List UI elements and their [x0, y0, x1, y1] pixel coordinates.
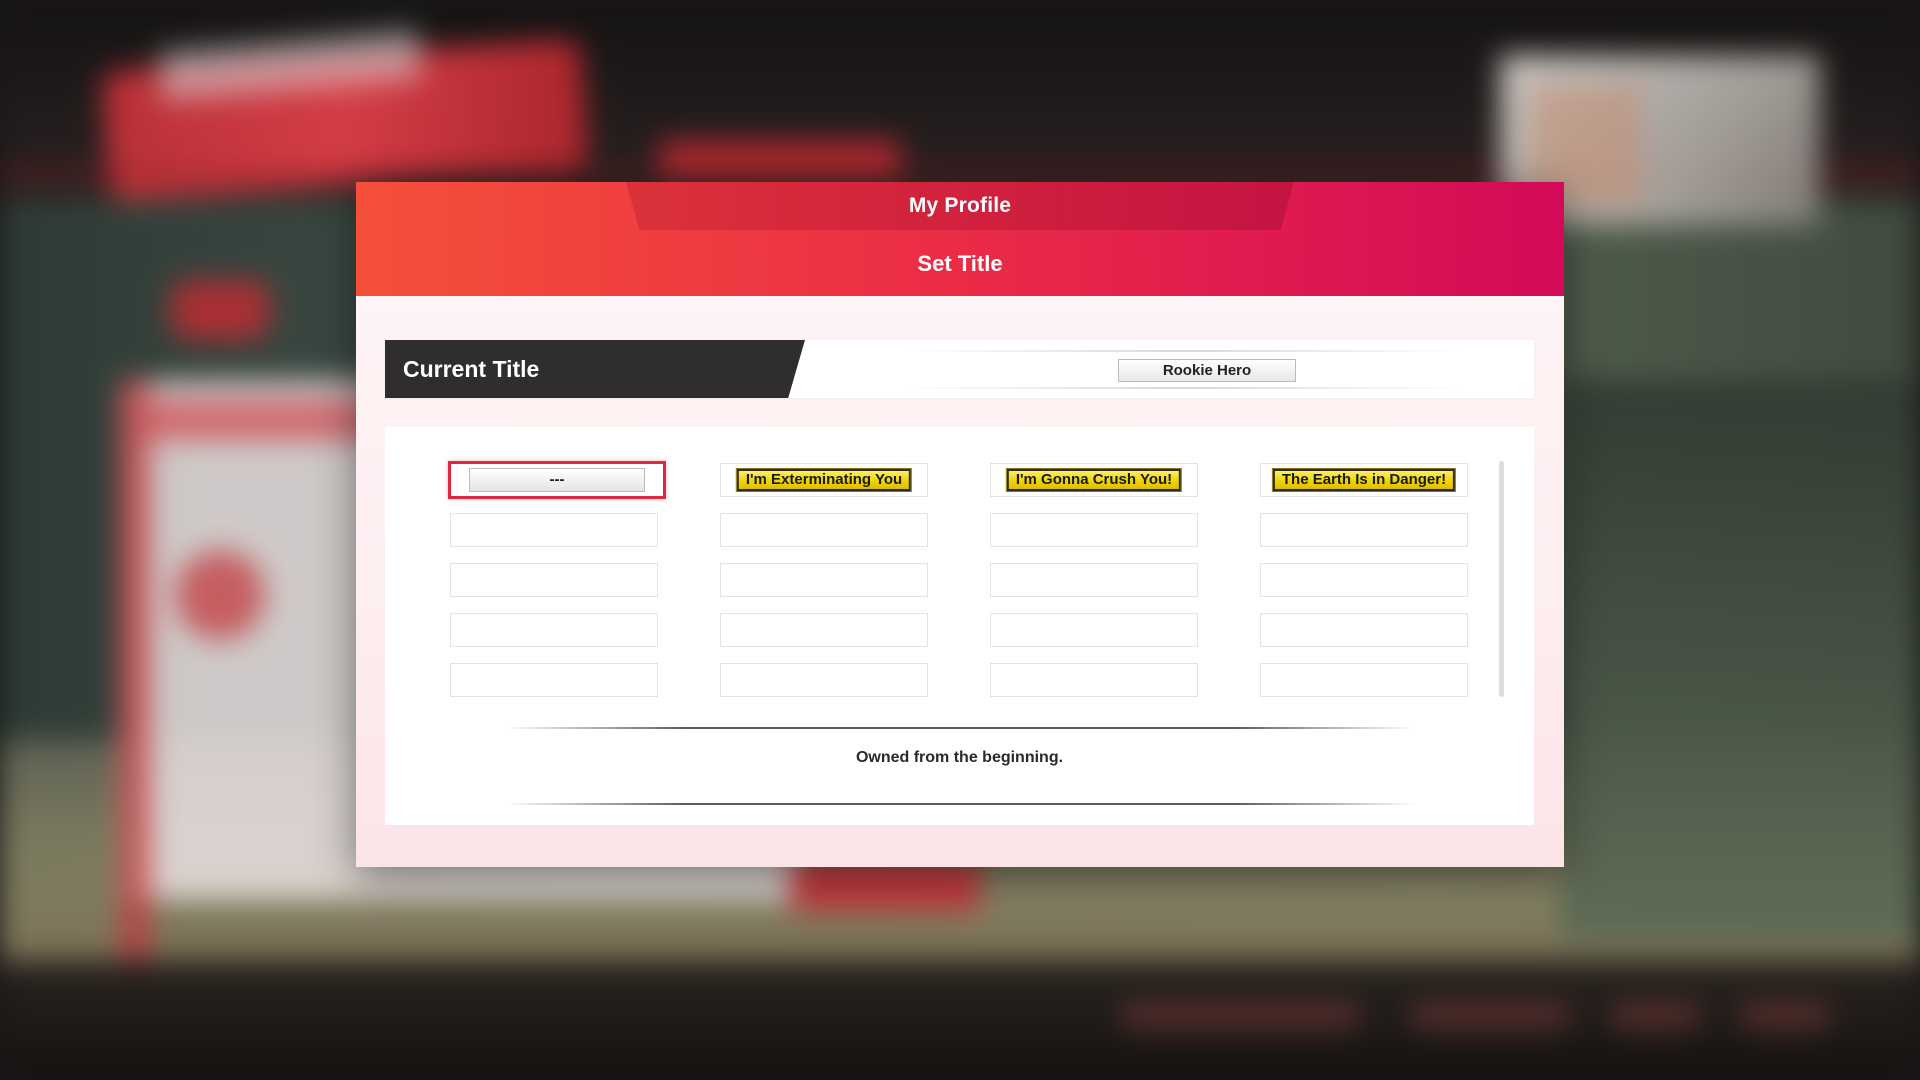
current-title-plate: Rookie Hero — [1118, 359, 1296, 382]
title-option[interactable]: I'm Gonna Crush You! — [990, 463, 1198, 497]
title-list-panel: --- I'm Exterminating You I'm Gonna Crush … — [385, 427, 1534, 825]
title-plate: I'm Exterminating You — [735, 468, 913, 492]
modal-header: My Profile Set Title — [356, 182, 1564, 296]
title-slot-empty[interactable] — [450, 513, 658, 547]
current-title-label: Current Title — [385, 340, 805, 398]
title-slot-empty[interactable] — [450, 663, 658, 697]
title-slot-empty[interactable] — [1260, 563, 1468, 597]
title-slot-empty[interactable] — [990, 563, 1198, 597]
page-title: My Profile — [908, 194, 1012, 217]
title-slot-empty[interactable] — [1260, 613, 1468, 647]
title-slot-empty[interactable] — [990, 513, 1198, 547]
title-slot-empty[interactable] — [720, 513, 928, 547]
title-slot-empty[interactable] — [720, 663, 928, 697]
title-slot-empty[interactable] — [720, 563, 928, 597]
title-option[interactable]: --- — [448, 461, 666, 499]
title-slot-empty[interactable] — [1260, 513, 1468, 547]
title-option[interactable]: The Earth Is in Danger! — [1260, 463, 1468, 497]
current-title-bar: Current Title Rookie Hero — [385, 340, 1534, 398]
page-subtitle: Set Title — [917, 251, 1003, 276]
profile-modal: My Profile Set Title Current Title Rooki… — [356, 182, 1564, 867]
title-slot-empty[interactable] — [1260, 663, 1468, 697]
title-plate: The Earth Is in Danger! — [1271, 468, 1457, 492]
title-plate: --- — [469, 468, 645, 492]
title-slot-empty[interactable] — [450, 613, 658, 647]
title-plate: I'm Gonna Crush You! — [1005, 468, 1183, 492]
title-description: Owned from the beginning. — [855, 749, 1064, 766]
description-divider-top — [505, 727, 1415, 729]
title-option[interactable]: I'm Exterminating You — [720, 463, 928, 497]
title-slot-empty[interactable] — [450, 563, 658, 597]
title-slot-empty[interactable] — [720, 613, 928, 647]
title-slot-empty[interactable] — [990, 613, 1198, 647]
list-scrollbar[interactable] — [1499, 461, 1504, 697]
title-slot-empty[interactable] — [990, 663, 1198, 697]
current-divider-top — [905, 350, 1465, 352]
current-divider-bottom — [905, 387, 1465, 389]
description-divider-bottom — [505, 803, 1415, 805]
